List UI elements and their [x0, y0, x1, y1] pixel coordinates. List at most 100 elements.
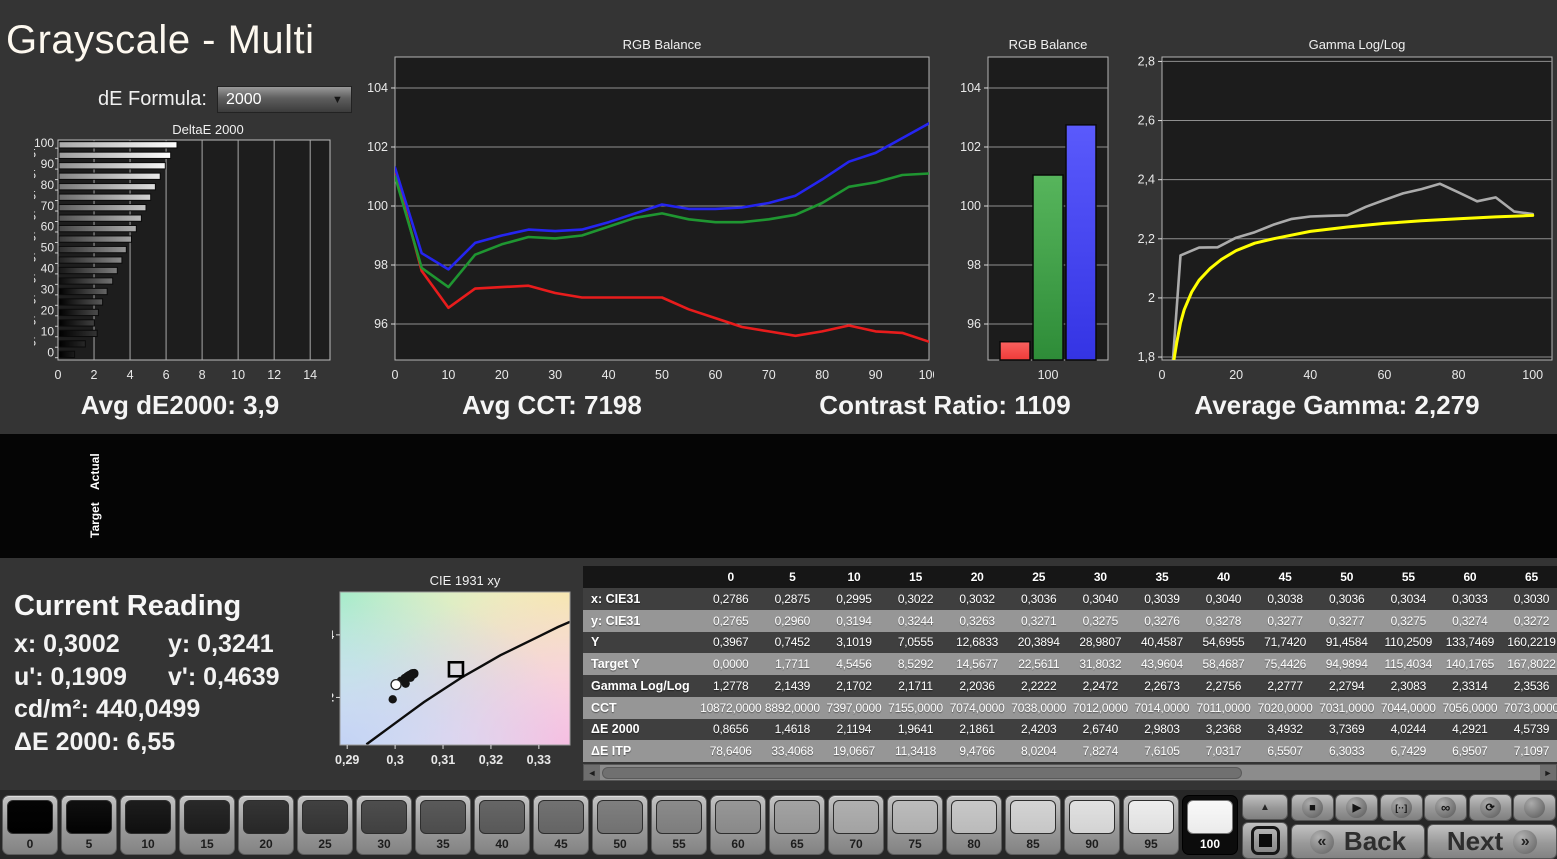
svg-text:60: 60 [1377, 368, 1391, 382]
table-cell: 7,8274 [1082, 744, 1119, 759]
table-cell: 115,4034 [1384, 657, 1433, 672]
svg-text:70: 70 [762, 368, 776, 382]
svg-text:0: 0 [1159, 368, 1166, 382]
page-title: Grayscale - Multi [6, 18, 315, 62]
svg-text:6: 6 [163, 368, 170, 382]
pattern-swatch [715, 800, 761, 834]
stop-button[interactable]: ■ [1291, 794, 1334, 821]
svg-text:100: 100 [960, 199, 981, 213]
pattern-button-45[interactable]: 45 [533, 795, 589, 855]
pattern-swatch [892, 800, 938, 834]
table-cell: 2,1861 [959, 722, 995, 737]
column-header: 30 [1093, 570, 1107, 584]
stat-avg-de2000: Avg dE2000: 3,9 [80, 390, 280, 420]
pattern-button-90[interactable]: 90 [1064, 795, 1120, 855]
table-cell: 4,0244 [1390, 722, 1427, 737]
pattern-label: 100 [1199, 837, 1221, 851]
table-cell: 0,3040 [1082, 591, 1119, 606]
svg-text:100: 100 [34, 136, 54, 150]
refresh-button[interactable]: ⟳ [1468, 794, 1512, 821]
svg-text:12: 12 [267, 368, 281, 382]
svg-text:40: 40 [602, 368, 616, 382]
pattern-button-15[interactable]: 15 [179, 795, 235, 855]
svg-text:CIE 1931 xy: CIE 1931 xy [430, 573, 501, 588]
svg-text:104: 104 [960, 81, 981, 95]
table-cell: 8,5292 [897, 657, 934, 672]
svg-text:Gamma Log/Log: Gamma Log/Log [1309, 37, 1406, 52]
table-cell: 2,2756 [1205, 678, 1242, 693]
table-cell: 0,2960 [774, 613, 811, 628]
table-header-row: 0 5 10 15 20 25 30 35 40 45 50 55 60 65 [583, 566, 1557, 588]
pattern-button-20[interactable]: 20 [238, 795, 294, 855]
pattern-button-75[interactable]: 75 [887, 795, 943, 855]
pattern-button-40[interactable]: 40 [474, 795, 530, 855]
pattern-label: 60 [731, 837, 745, 851]
table-cell: 2,3083 [1390, 678, 1427, 693]
row-label: Target Y [591, 657, 640, 672]
reading-value: v': 0,4639 [168, 662, 280, 691]
reading-value: cd/m²: 440,0499 [14, 695, 201, 723]
pattern-button-10[interactable]: 10 [120, 795, 176, 855]
svg-text:50: 50 [41, 241, 55, 255]
table-cell: 0,0000 [713, 657, 749, 672]
table-cell: 167,8022 [1507, 657, 1556, 672]
svg-text:96: 96 [374, 317, 388, 331]
table-cell: 3,7369 [1328, 722, 1365, 737]
svg-text:60: 60 [41, 220, 55, 234]
panel-collapse-button[interactable]: ▲ [1242, 794, 1288, 820]
pattern-button-50[interactable]: 50 [592, 795, 648, 855]
svg-text:10: 10 [231, 368, 245, 382]
column-header: 15 [909, 570, 923, 584]
pattern-button-55[interactable]: 55 [651, 795, 707, 855]
svg-text:14: 14 [303, 368, 317, 382]
pattern-button-70[interactable]: 70 [828, 795, 884, 855]
pattern-button-85[interactable]: 85 [1005, 795, 1061, 855]
next-button[interactable]: Next » [1427, 824, 1557, 859]
back-button[interactable]: « Back [1291, 824, 1425, 859]
pattern-button-5[interactable]: 5 [61, 795, 117, 855]
table-cell: 7031,0000 [1319, 700, 1375, 715]
pattern-button-65[interactable]: 65 [769, 795, 825, 855]
pattern-swatch [1128, 800, 1174, 834]
pattern-label: 30 [377, 837, 391, 851]
table-cell: 78,6406 [709, 744, 752, 759]
table-cell: 22,5611 [1018, 657, 1060, 672]
play-button[interactable]: ▶ [1335, 794, 1379, 821]
pattern-button-30[interactable]: 30 [356, 795, 412, 855]
table-cell: 7014,0000 [1134, 700, 1190, 715]
step-button[interactable]: [··] [1379, 794, 1423, 821]
table-cell: 160,2219 [1507, 635, 1556, 650]
pattern-button-80[interactable]: 80 [946, 795, 1002, 855]
stat-contrast-ratio: Contrast Ratio: 1109 [819, 390, 1071, 420]
svg-text:35: 35 [34, 272, 36, 286]
column-header: 5 [789, 570, 796, 584]
table-cell: 1,2778 [713, 678, 749, 693]
loop-button[interactable]: ∞ [1424, 794, 1468, 821]
table-row: ΔE 2000 0,8656 1,4618 2,1194 1,9641 2,1861 2,4… [583, 718, 1557, 741]
record-button[interactable] [1513, 794, 1556, 821]
column-header: 60 [1463, 570, 1477, 584]
pattern-window-button[interactable] [1242, 822, 1288, 859]
de-formula-dropdown[interactable]: 2000 ▼ [216, 86, 352, 113]
table-cell: 10872,0000 [700, 700, 762, 715]
column-header: 10 [847, 570, 861, 584]
pattern-button-0[interactable]: 0 [2, 795, 58, 855]
pattern-button-95[interactable]: 95 [1123, 795, 1179, 855]
scroll-left-icon[interactable]: ◄ [584, 765, 600, 780]
pattern-button-35[interactable]: 35 [415, 795, 471, 855]
scroll-right-icon[interactable]: ► [1540, 765, 1556, 780]
table-cell: 1,4618 [774, 722, 811, 737]
scrollbar-thumb[interactable] [602, 766, 1242, 779]
chevron-right-icon: » [1513, 829, 1538, 854]
pattern-button-25[interactable]: 25 [297, 795, 353, 855]
table-cell: 0,3033 [1452, 591, 1488, 606]
svg-text:0,32: 0,32 [332, 690, 334, 704]
pattern-button-60[interactable]: 60 [710, 795, 766, 855]
table-cell: 8892,0000 [764, 700, 820, 715]
actual-row-label: Actual [88, 453, 102, 490]
pattern-button-100[interactable]: 100 [1182, 795, 1238, 855]
table-scrollbar[interactable]: ◄ ► [583, 764, 1557, 781]
table-cell: 7011,0000 [1196, 700, 1251, 715]
table-cell: 3,4932 [1267, 722, 1303, 737]
svg-text:30: 30 [41, 283, 55, 297]
